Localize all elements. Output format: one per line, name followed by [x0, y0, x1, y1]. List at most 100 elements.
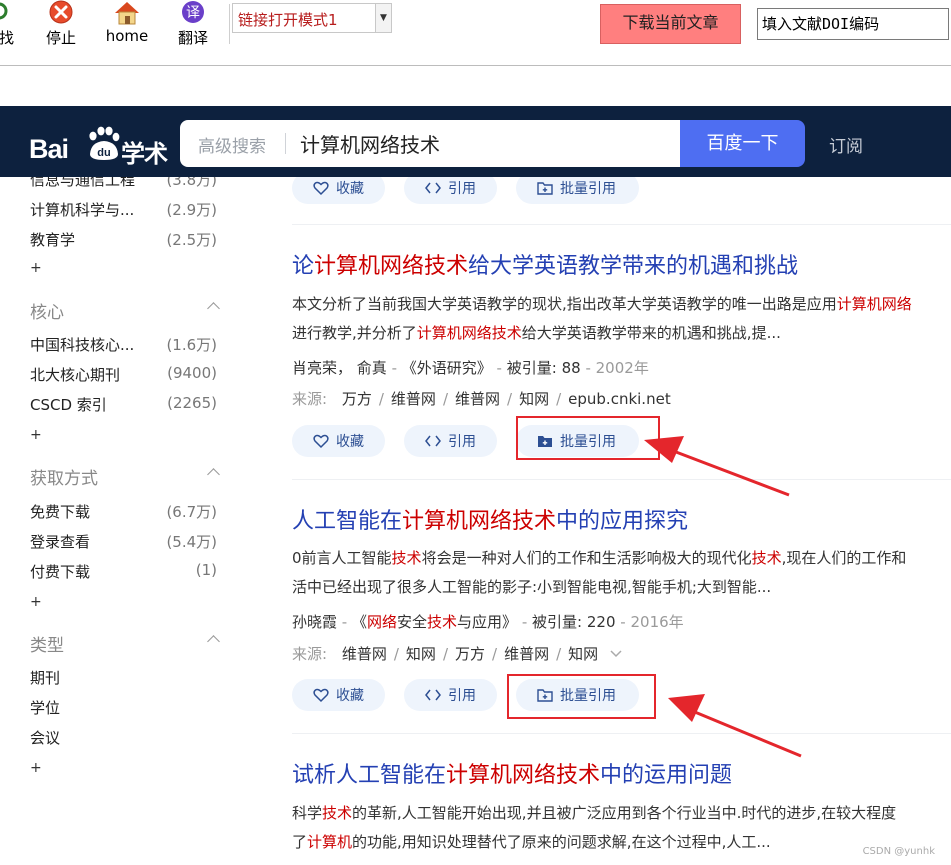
folder-plus-icon [537, 182, 553, 195]
chevron-up-icon[interactable] [207, 635, 220, 648]
cited-count[interactable]: 88 [562, 359, 581, 377]
result-title-link[interactable]: 人工智能在计算机网络技术中的应用探究 [292, 503, 688, 535]
stop-icon [49, 0, 73, 24]
source-link[interactable]: 知网 [519, 390, 549, 408]
section-title: 获取方式 [30, 469, 98, 489]
expand-more-button[interactable]: + [30, 260, 42, 276]
expand-more-button[interactable]: + [30, 594, 42, 610]
result-authors[interactable]: 肖亮荣， 俞真 [292, 359, 387, 377]
cite-button[interactable]: 引用 [404, 425, 497, 457]
link-mode-select[interactable]: 链接打开模式1 ▼ [232, 3, 392, 33]
result-abstract: 活中已经出现了很多人工智能的影子:小到智能电视,智能手机;大到智能... [292, 578, 772, 596]
source-link[interactable]: 维普网 [455, 390, 500, 408]
filter-item[interactable]: 登录查看 (5.4万) [30, 531, 220, 555]
result-abstract: 进行教学,并分析了计算机网络技术给大学英语教学带来的机遇和挑战,提... [292, 324, 781, 342]
filter-item[interactable]: CSCD 索引 (2265) [30, 394, 220, 418]
heart-icon [313, 181, 329, 196]
result-journal[interactable]: 《外语研究》 [402, 359, 492, 377]
filter-item[interactable]: 北大核心期刊 (9400) [30, 364, 220, 388]
expand-more-button[interactable]: + [30, 427, 42, 443]
home-icon [115, 2, 139, 25]
cited-count[interactable]: 220 [587, 613, 616, 631]
search-input[interactable] [300, 127, 670, 160]
expand-more-button[interactable]: + [30, 760, 42, 776]
filter-item-count: (5.4万) [166, 533, 217, 551]
find-button[interactable]: 找 [0, 0, 18, 47]
result-journal[interactable]: 《网络安全技术与应用》 [352, 613, 517, 631]
chevron-down-icon[interactable]: ▼ [375, 4, 391, 32]
chevron-up-icon[interactable] [207, 302, 220, 315]
translate-icon: 译 [182, 1, 204, 23]
cite-label: 引用 [448, 181, 476, 197]
section-header-type[interactable]: 类型 [30, 631, 220, 656]
translate-label: 翻译 [177, 29, 208, 47]
section-header-access[interactable]: 获取方式 [30, 464, 220, 489]
filter-item[interactable]: 付费下载 (1) [30, 561, 220, 585]
favorite-label: 收藏 [336, 434, 364, 450]
scholar-header: Bai du 学术 高级搜索 百度一下 订阅 [0, 106, 951, 177]
translate-button[interactable]: 译 翻译 [169, 0, 217, 47]
source-link[interactable]: epub.cnki.net [568, 390, 671, 408]
result-meta: 肖亮荣， 俞真 - 《外语研究》 - 被引量: 88 - 2002年 [292, 359, 649, 377]
filter-item-count: (1) [195, 561, 217, 579]
subscribe-link[interactable]: 订阅 [829, 132, 863, 157]
find-label: 找 [0, 29, 14, 47]
result-sources: 来源: 万方 / 维普网 / 维普网 / 知网 / epub.cnki.net [292, 390, 671, 408]
result-meta: 孙晓霞 - 《网络安全技术与应用》 - 被引量: 220 - 2016年 [292, 613, 684, 631]
stop-label: 停止 [45, 29, 76, 47]
filter-item-count: (6.7万) [166, 503, 217, 521]
section-title: 类型 [30, 636, 64, 656]
filter-item[interactable]: 会议 [30, 727, 220, 751]
source-link[interactable]: 维普网 [391, 390, 436, 408]
source-link[interactable]: 万方 [342, 390, 372, 408]
advanced-search-link[interactable]: 高级搜索 [198, 132, 266, 157]
source-link[interactable]: 维普网 [504, 645, 549, 663]
cite-button[interactable]: 引用 [404, 679, 497, 711]
filter-item[interactable]: 计算机科学与... (2.9万) [30, 199, 220, 223]
svg-text:译: 译 [186, 5, 200, 21]
source-link[interactable]: 万方 [455, 645, 485, 663]
filter-item[interactable]: 免费下载 (6.7万) [30, 501, 220, 525]
filter-item-count: (9400) [167, 364, 217, 382]
filter-item-label: 中国科技核心... [30, 336, 135, 354]
filter-item[interactable]: 中国科技核心... (1.6万) [30, 334, 220, 358]
home-button[interactable]: home [103, 0, 151, 46]
batch-cite-label: 批量引用 [560, 181, 616, 197]
favorite-button[interactable]: 收藏 [292, 177, 385, 204]
search-button[interactable]: 百度一下 [680, 120, 805, 167]
result-authors[interactable]: 孙晓霞 [292, 613, 337, 631]
paw-logo-icon: du [89, 126, 120, 160]
result-abstract: 0前言人工智能技术将会是一种对人们的工作和生活影响极大的现代化技术,现在人们的工… [292, 549, 907, 567]
section-header-core[interactable]: 核心 [30, 298, 220, 323]
link-mode-value: 链接打开模式1 [238, 11, 338, 29]
stop-button[interactable]: 停止 [37, 0, 85, 47]
chevron-down-icon[interactable] [609, 649, 623, 659]
filter-item[interactable]: 期刊 [30, 667, 220, 691]
source-link[interactable]: 知网 [406, 645, 436, 663]
toolbar-divider [229, 4, 230, 44]
heart-icon [313, 434, 329, 449]
filter-item-label: 付费下载 [30, 563, 91, 581]
doi-input[interactable] [757, 8, 949, 40]
batch-cite-button[interactable]: 批量引用 [516, 177, 639, 204]
result-title-link[interactable]: 试析人工智能在计算机网络技术中的运用问题 [292, 757, 732, 789]
favorite-button[interactable]: 收藏 [292, 425, 385, 457]
result-abstract: 本文分析了当前我国大学英语教学的现状,指出改革大学英语教学的唯一出路是应用计算机… [292, 295, 912, 313]
cite-button[interactable]: 引用 [404, 177, 497, 204]
filter-item[interactable]: 教育学 (2.5万) [30, 229, 220, 253]
filter-item-label: 计算机科学与... [30, 201, 135, 219]
source-link[interactable]: 知网 [568, 645, 598, 663]
result-title-link[interactable]: 论计算机网络技术给大学英语教学带来的机遇和挑战 [292, 248, 798, 280]
chevron-up-icon[interactable] [207, 468, 220, 481]
favorite-button[interactable]: 收藏 [292, 679, 385, 711]
section-title: 核心 [30, 303, 64, 323]
result-divider [292, 479, 951, 480]
source-link[interactable]: 维普网 [342, 645, 387, 663]
download-article-button[interactable]: 下载当前文章 [600, 4, 741, 44]
cite-label: 引用 [448, 688, 476, 704]
filter-item-count: (2.9万) [166, 201, 217, 219]
filter-item[interactable]: 信息与通信工程 (3.8万) [30, 177, 220, 193]
filter-item[interactable]: 学位 [30, 697, 220, 721]
result-abstract: 科学技术的革新,人工智能开始出现,并且被广泛应用到各个行业当中.时代的进步,在较… [292, 804, 897, 822]
cite-label: 引用 [448, 434, 476, 450]
